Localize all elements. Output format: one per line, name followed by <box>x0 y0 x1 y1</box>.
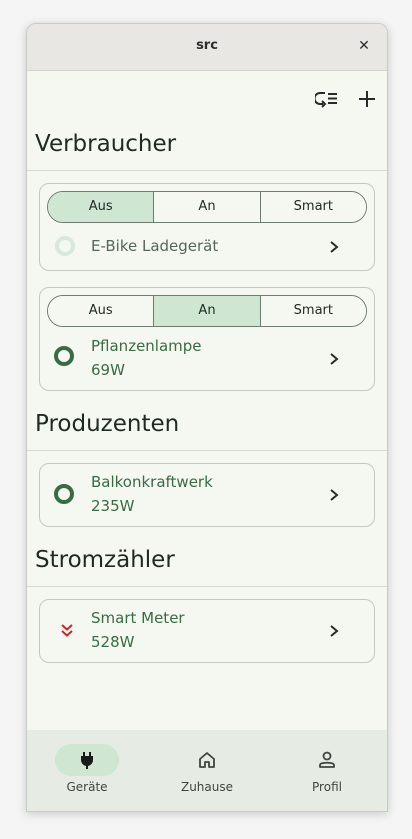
mode-selector[interactable]: Aus An Smart <box>47 191 367 223</box>
section-title-consumers: Verbraucher <box>35 131 177 157</box>
divider <box>27 450 387 451</box>
nav-item-home[interactable]: Zuhause <box>147 730 267 811</box>
section-title-producers: Produzenten <box>35 411 180 437</box>
status-ring-icon <box>54 346 74 366</box>
device-name: Smart Meter <box>91 609 185 627</box>
device-card-balcony-plant[interactable]: Balkonkraftwerk 235W <box>39 463 375 527</box>
title-bar: src ✕ <box>27 24 387 71</box>
chevron-right-icon[interactable] <box>328 487 340 503</box>
chevron-right-icon[interactable] <box>328 351 340 367</box>
bottom-navigation: Geräte Zuhause Profil <box>27 730 387 811</box>
nav-label: Profil <box>312 780 342 794</box>
divider <box>27 586 387 587</box>
add-icon[interactable] <box>354 86 380 112</box>
mode-option-on[interactable]: An <box>154 296 261 326</box>
nav-label: Zuhause <box>180 780 234 794</box>
device-power: 528W <box>91 633 135 651</box>
mode-option-off[interactable]: Aus <box>48 192 155 222</box>
nav-item-profile[interactable]: Profil <box>267 730 387 811</box>
status-ring-icon <box>55 236 75 256</box>
divider <box>27 170 387 171</box>
status-ring-icon <box>54 484 74 504</box>
device-name: Pflanzenlampe <box>91 337 202 355</box>
window-title: src <box>196 38 218 53</box>
chevron-right-icon[interactable] <box>328 239 340 255</box>
device-power: 69W <box>91 361 125 379</box>
device-card-plant-lamp[interactable]: Aus An Smart Pflanzenlampe 69W <box>39 287 375 391</box>
device-name: E-Bike Ladegerät <box>91 237 219 255</box>
device-name: Balkonkraftwerk <box>91 473 213 491</box>
chevron-right-icon[interactable] <box>328 623 340 639</box>
device-power: 235W <box>91 497 135 515</box>
mode-option-smart[interactable]: Smart <box>260 296 366 326</box>
mode-selector[interactable]: Aus An Smart <box>47 295 367 327</box>
person-icon <box>319 751 335 768</box>
list-sort-icon[interactable] <box>313 86 341 112</box>
double-chevron-down-icon <box>61 624 73 637</box>
device-card-smart-meter[interactable]: Smart Meter 528W <box>39 599 375 663</box>
plug-icon <box>81 752 93 769</box>
app-window: src ✕ Verbraucher Aus An Smart E-Bike La… <box>26 23 388 812</box>
close-icon[interactable]: ✕ <box>355 37 373 55</box>
home-icon <box>199 752 215 768</box>
mode-option-off[interactable]: Aus <box>48 296 155 326</box>
nav-label: Geräte <box>66 780 108 794</box>
mode-option-on[interactable]: An <box>154 192 261 222</box>
nav-item-devices[interactable]: Geräte <box>27 730 147 811</box>
section-title-meters: Stromzähler <box>35 547 175 573</box>
mode-option-smart[interactable]: Smart <box>260 192 366 222</box>
device-card-ebike[interactable]: Aus An Smart E-Bike Ladegerät <box>39 183 375 271</box>
